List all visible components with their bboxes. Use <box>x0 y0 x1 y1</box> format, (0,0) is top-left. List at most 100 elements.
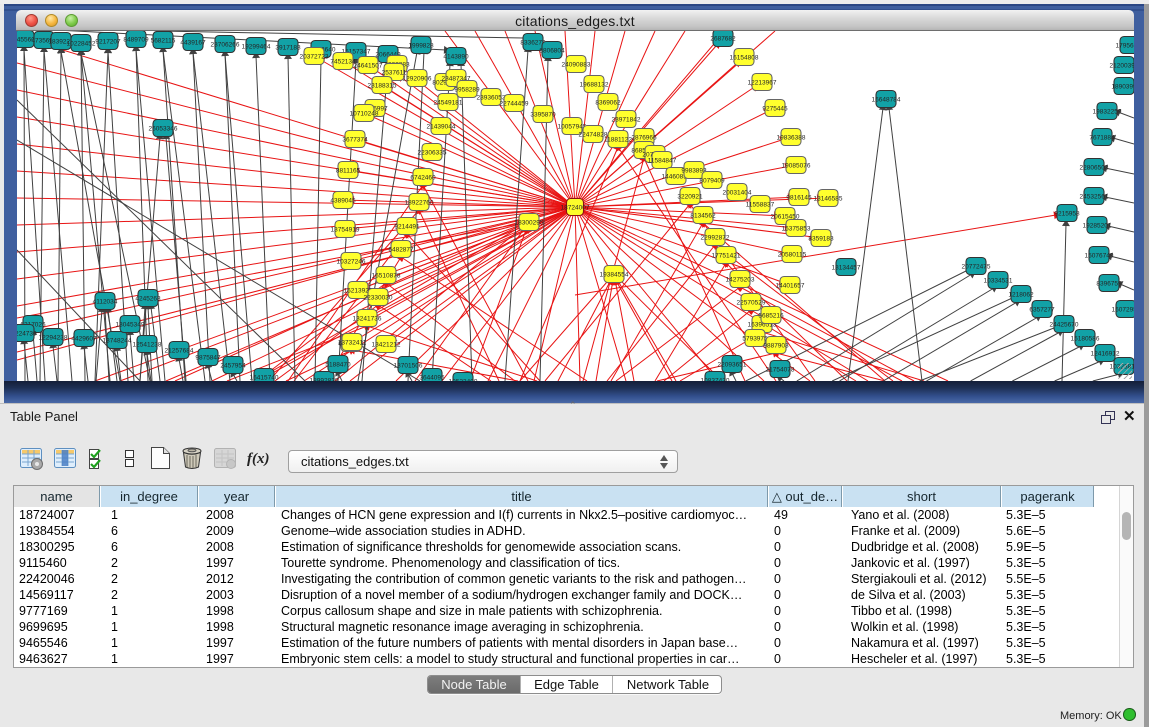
svg-text:18724007: 18724007 <box>561 205 590 212</box>
svg-text:6742460: 6742460 <box>410 175 436 182</box>
svg-text:8359183: 8359183 <box>808 236 834 243</box>
svg-text:8396759: 8396759 <box>1096 281 1122 288</box>
svg-text:13045349: 13045349 <box>116 322 145 329</box>
svg-text:6357277: 6357277 <box>1029 307 1055 314</box>
svg-text:16072954: 16072954 <box>1112 307 1134 314</box>
svg-text:22992872: 22992872 <box>701 235 730 242</box>
svg-text:8806804: 8806804 <box>539 48 565 55</box>
svg-text:16154808: 16154808 <box>730 55 759 62</box>
svg-text:22093651: 22093651 <box>718 362 747 369</box>
svg-text:19299464: 19299464 <box>242 44 271 51</box>
svg-text:10057945: 10057945 <box>558 124 587 131</box>
svg-text:4389045: 4389045 <box>330 198 356 205</box>
svg-text:24532561: 24532561 <box>1080 194 1109 201</box>
svg-text:1218062: 1218062 <box>1008 292 1034 299</box>
svg-text:13146585: 13146585 <box>814 196 843 203</box>
svg-text:3644095: 3644095 <box>419 375 445 382</box>
svg-text:24425670: 24425670 <box>1050 322 1079 329</box>
svg-text:22306335: 22306335 <box>418 150 447 157</box>
svg-text:12294238: 12294238 <box>39 335 68 342</box>
svg-text:9958289: 9958289 <box>454 87 480 94</box>
svg-text:16415740: 16415740 <box>250 375 279 382</box>
svg-text:9215958: 9215958 <box>1054 211 1080 218</box>
svg-text:8224730: 8224730 <box>17 331 37 338</box>
svg-text:1999828: 1999828 <box>408 43 434 50</box>
svg-text:13732411: 13732411 <box>338 340 367 347</box>
svg-text:19285201: 19285201 <box>1083 223 1112 230</box>
svg-text:9875847: 9875847 <box>195 355 221 362</box>
svg-text:5793975: 5793975 <box>742 336 768 343</box>
svg-text:20372723: 20372723 <box>300 54 329 61</box>
svg-text:6482877: 6482877 <box>388 247 414 254</box>
svg-text:15180586: 15180586 <box>1071 336 1100 343</box>
svg-text:22744459: 22744459 <box>500 101 529 108</box>
svg-text:3917183: 3917183 <box>275 45 301 52</box>
svg-text:4112034: 4112034 <box>93 299 118 306</box>
svg-text:20580115: 20580115 <box>778 252 807 259</box>
svg-text:24549181: 24549181 <box>434 100 463 107</box>
svg-text:13134457: 13134457 <box>832 265 861 272</box>
svg-text:21257684: 21257684 <box>165 348 194 355</box>
svg-text:4439167: 4439167 <box>180 40 206 47</box>
svg-text:19384554: 19384554 <box>600 272 629 279</box>
svg-text:5188470: 5188470 <box>325 362 351 369</box>
svg-text:14275203: 14275203 <box>726 277 755 284</box>
svg-text:5685216: 5685216 <box>758 313 784 320</box>
svg-text:13701506: 13701506 <box>394 363 423 370</box>
svg-text:9275445: 9275445 <box>762 106 788 113</box>
svg-text:13421212: 13421212 <box>372 342 401 349</box>
svg-text:10327246: 10327246 <box>337 259 366 266</box>
svg-text:21200396: 21200396 <box>1110 63 1134 70</box>
svg-text:2876966: 2876966 <box>631 135 657 142</box>
svg-text:23706266: 23706266 <box>211 42 240 49</box>
svg-text:4245263: 4245263 <box>135 296 161 303</box>
svg-text:12541238: 12541238 <box>133 342 162 349</box>
svg-text:7671884: 7671884 <box>1089 135 1115 142</box>
svg-text:f(x): f(x) <box>247 451 270 467</box>
svg-text:7452134: 7452134 <box>330 59 356 66</box>
svg-text:18922760: 18922760 <box>405 200 434 207</box>
svg-text:8811165: 8811165 <box>336 168 361 175</box>
svg-text:3220921: 3220921 <box>677 194 703 201</box>
svg-text:20031404: 20031404 <box>723 190 752 197</box>
svg-text:22570529: 22570529 <box>737 300 766 307</box>
svg-text:23188315: 23188315 <box>368 83 397 90</box>
svg-text:19523409: 19523409 <box>449 379 478 382</box>
svg-text:20772475: 20772475 <box>962 264 991 271</box>
svg-text:12416912: 12416912 <box>1091 351 1120 358</box>
svg-text:10710248: 10710248 <box>350 111 379 118</box>
svg-text:10837430: 10837430 <box>701 378 730 382</box>
svg-text:9887903: 9887903 <box>763 343 789 350</box>
svg-text:19836388: 19836388 <box>777 135 806 142</box>
svg-text:13748244: 13748244 <box>103 338 132 345</box>
svg-text:5682115: 5682115 <box>151 38 176 45</box>
svg-text:21439044: 21439044 <box>427 124 456 131</box>
svg-text:17956909: 17956909 <box>1116 43 1134 50</box>
svg-text:19832259: 19832259 <box>1093 109 1122 116</box>
svg-text:10334531: 10334531 <box>984 278 1013 285</box>
svg-text:16648784: 16648784 <box>872 97 901 104</box>
svg-text:4143890: 4143890 <box>443 54 469 61</box>
svg-text:8369062: 8369062 <box>595 100 621 107</box>
svg-text:22806503: 22806503 <box>1080 165 1109 172</box>
svg-text:1890399: 1890399 <box>1111 84 1134 91</box>
svg-text:24641507: 24641507 <box>354 63 383 70</box>
svg-text:2457954: 2457954 <box>220 363 246 370</box>
svg-text:9217207: 9217207 <box>95 39 121 46</box>
svg-text:18300295: 18300295 <box>515 220 544 227</box>
svg-text:8489709: 8489709 <box>123 37 149 44</box>
svg-text:8134562: 8134562 <box>690 213 716 220</box>
svg-text:21754078: 21754078 <box>766 367 795 374</box>
svg-text:11881122: 11881122 <box>604 137 632 144</box>
svg-text:15076749: 15076749 <box>1085 253 1114 260</box>
svg-text:17751421: 17751421 <box>712 253 741 260</box>
svg-text:8079409: 8079409 <box>699 178 725 185</box>
svg-text:2687682: 2687682 <box>710 36 736 43</box>
svg-text:13241736: 13241736 <box>353 316 382 323</box>
svg-text:19688132: 19688132 <box>580 82 609 89</box>
svg-text:4429607: 4429607 <box>71 336 97 343</box>
svg-text:12213967: 12213967 <box>748 80 777 87</box>
svg-text:15375853: 15375853 <box>782 226 811 233</box>
svg-text:3395870: 3395870 <box>530 112 556 119</box>
svg-text:19085076: 19085076 <box>782 163 811 170</box>
